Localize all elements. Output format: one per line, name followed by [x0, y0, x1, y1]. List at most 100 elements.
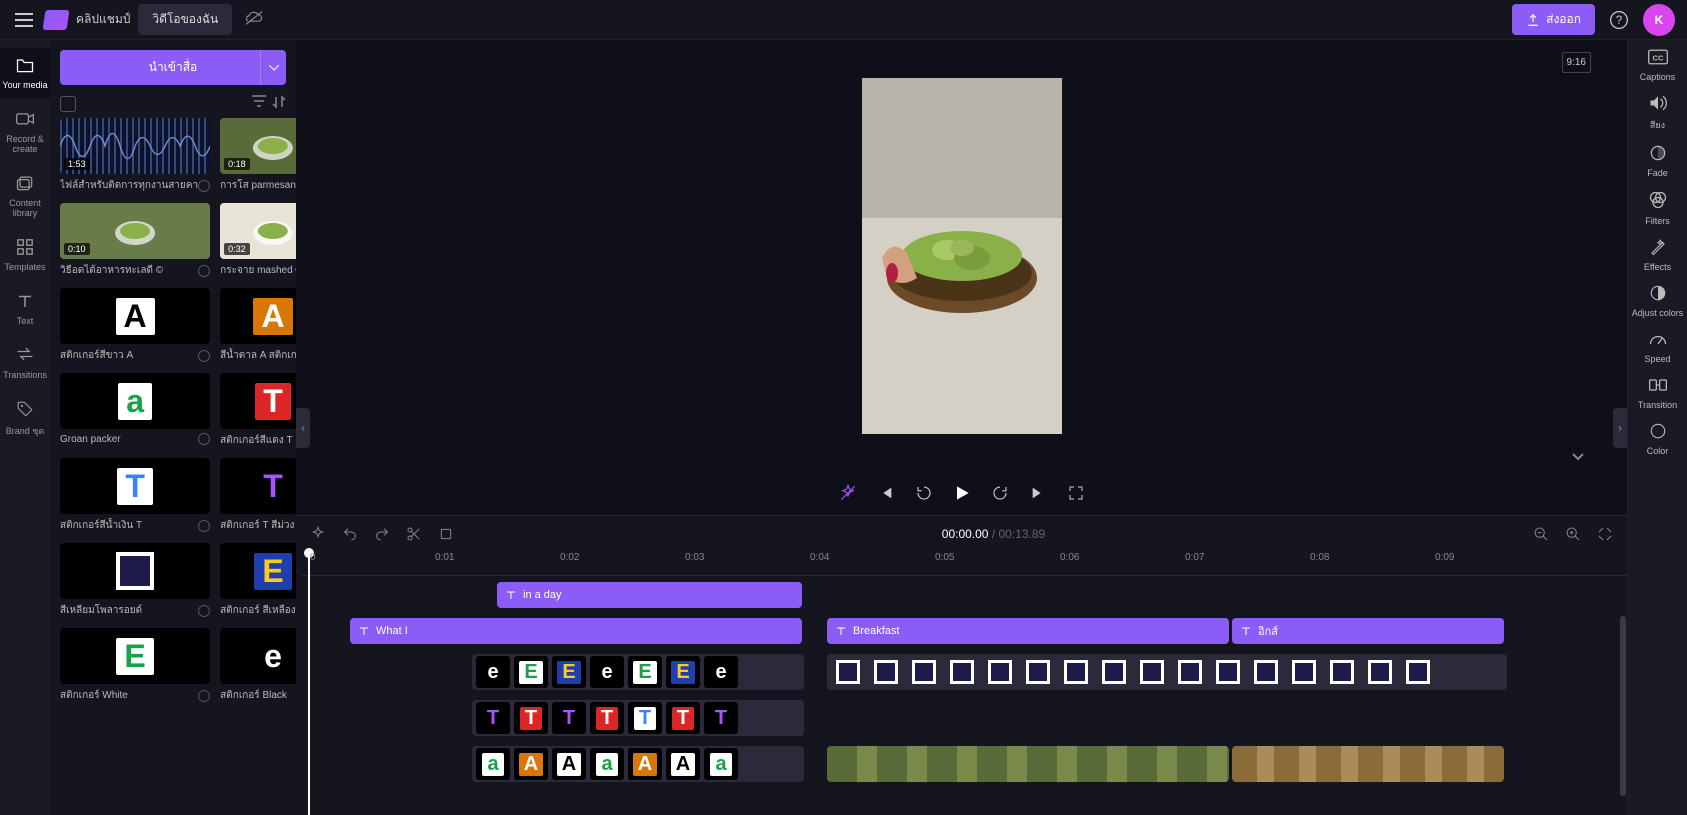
tile-polaroid: [1401, 656, 1435, 688]
filter-icon[interactable]: [252, 95, 266, 112]
rightnav-effects[interactable]: Effects: [1628, 238, 1687, 272]
media-label: สติกเกอร์สีขาว A: [60, 348, 133, 363]
left-sidebar: Your mediaRecord & createContent library…: [0, 40, 50, 815]
media-item[interactable]: Tสติกเกอร์สีแดง T: [220, 373, 296, 448]
media-check[interactable]: [198, 520, 210, 532]
svg-text:?: ?: [1616, 14, 1623, 27]
fullscreen-icon[interactable]: [1066, 483, 1086, 503]
media-item[interactable]: Tสติกเกอร์ T สีม่วง: [220, 458, 296, 533]
media-check[interactable]: [198, 690, 210, 702]
sort-icon[interactable]: [272, 95, 286, 112]
rightnav-filters[interactable]: Filters: [1628, 190, 1687, 226]
ruler-tick: 0:09: [1435, 552, 1454, 563]
forward-icon[interactable]: [990, 483, 1010, 503]
auto-icon[interactable]: [308, 524, 328, 544]
split-icon[interactable]: [404, 524, 424, 544]
video-thumb: 0:32: [220, 203, 296, 259]
media-item[interactable]: Eสติกเกอร์ สีเหลือง: [220, 543, 296, 618]
leftnav-transitions[interactable]: Transitions: [0, 338, 50, 388]
aspect-ratio-badge[interactable]: 9:16: [1562, 52, 1591, 73]
leftnav-record-create[interactable]: Record & create: [0, 102, 50, 162]
media-label: สติกเกอร์ Black: [220, 688, 287, 703]
rightnav-transition[interactable]: Transition: [1628, 376, 1687, 410]
media-check[interactable]: [198, 350, 210, 362]
rightnav-adjust[interactable]: Adjust colors: [1628, 284, 1687, 318]
skip-back-icon[interactable]: [876, 483, 896, 503]
media-item[interactable]: 0:10วิธีอดได้อาหารทะเลดี ©: [60, 203, 210, 278]
cloud-off-icon[interactable]: [244, 10, 264, 29]
rightnav-color[interactable]: Color: [1628, 422, 1687, 456]
undo-icon[interactable]: [340, 524, 360, 544]
fit-icon[interactable]: [1595, 524, 1615, 544]
tile-polaroid: [1021, 656, 1055, 688]
leftnav-your-media[interactable]: Your media: [0, 48, 50, 98]
leftnav-content-library[interactable]: Content library: [0, 166, 50, 226]
export-button[interactable]: ส่งออก: [1512, 4, 1595, 35]
rightnav-speed[interactable]: Speed: [1628, 330, 1687, 364]
help-icon[interactable]: ?: [1603, 4, 1635, 36]
my-videos-button[interactable]: วิดีโอของฉัน: [138, 4, 232, 35]
magic-icon[interactable]: [838, 483, 858, 503]
polaroid-strip-clip[interactable]: [827, 654, 1507, 690]
media-check[interactable]: [198, 433, 210, 445]
redo-icon[interactable]: [372, 524, 392, 544]
e-strip-clip[interactable]: eEEeEEe: [472, 654, 804, 690]
tracks-area[interactable]: in a day What I Breakfast อิกส์: [296, 576, 1627, 815]
media-label: สติกเกอร์ T สีม่วง: [220, 518, 294, 533]
media-item[interactable]: 1:53ไฟล์สำหรับติดการทุกงานสายคา: [60, 118, 210, 193]
ruler-tick: 0:04: [810, 552, 829, 563]
select-all-checkbox[interactable]: [60, 96, 76, 112]
media-item[interactable]: 0:18การโส parmesanc. ©: [220, 118, 296, 193]
crop-icon[interactable]: [436, 524, 456, 544]
media-item[interactable]: e สติกเกอร์ Black: [220, 628, 296, 703]
video-preview[interactable]: [862, 78, 1062, 434]
clip-eggs[interactable]: อิกส์: [1232, 618, 1504, 644]
ruler[interactable]: 00:010:020:030:040:050:060:070:080:09: [302, 552, 1627, 576]
collapse-right-panel[interactable]: ›: [1613, 408, 1627, 448]
media-check[interactable]: [198, 265, 210, 277]
rightnav-fade[interactable]: Fade: [1628, 144, 1687, 178]
media-item[interactable]: aGroan packer: [60, 373, 210, 448]
import-media-button[interactable]: นำเข้าสื่อ: [60, 50, 286, 85]
clip-breakfast[interactable]: Breakfast: [827, 618, 1229, 644]
media-check[interactable]: [198, 180, 210, 192]
clip-in-a-day[interactable]: in a day: [497, 582, 802, 608]
media-item[interactable]: Tสติกเกอร์สีน้ำเงิน T: [60, 458, 210, 533]
clip-what-i[interactable]: What I: [350, 618, 802, 644]
rightnav-captions[interactable]: CCCaptions: [1628, 48, 1687, 82]
tile-polaroid: [1211, 656, 1245, 688]
media-item[interactable]: 0:32กระจาย mashed ©: [220, 203, 296, 278]
zoom-out-icon[interactable]: [1531, 524, 1551, 544]
svg-text:CC: CC: [1652, 53, 1663, 62]
rightnav-audio[interactable]: สียง: [1628, 94, 1687, 132]
letter-thumb: e: [220, 628, 296, 684]
user-avatar[interactable]: K: [1643, 4, 1675, 36]
play-button[interactable]: [952, 483, 972, 503]
video-clip-2[interactable]: [1232, 746, 1504, 782]
letter-thumb: [60, 543, 210, 599]
skip-forward-icon[interactable]: [1028, 483, 1048, 503]
leftnav-brand[interactable]: Brand ชุด: [0, 392, 50, 446]
leftnav-text[interactable]: Text: [0, 284, 50, 334]
zoom-in-icon[interactable]: [1563, 524, 1583, 544]
menu-icon[interactable]: [12, 8, 36, 32]
letter-thumb: a: [60, 373, 210, 429]
timeline-timecode: 00:00.00 / 00:13.89: [468, 527, 1519, 541]
rewind-icon[interactable]: [914, 483, 934, 503]
media-check[interactable]: [198, 605, 210, 617]
media-item[interactable]: สีเหลียมโพลารอยด์: [60, 543, 210, 618]
expand-preview-icon[interactable]: [1571, 451, 1585, 465]
media-item[interactable]: Eสติกเกอร์ White: [60, 628, 210, 703]
leftnav-templates[interactable]: Templates: [0, 230, 50, 280]
tile-polaroid: [1059, 656, 1093, 688]
tile-polaroid: [983, 656, 1017, 688]
media-item[interactable]: Aสีน้ำตาล A สติกเกอร์: [220, 288, 296, 363]
import-label: นำเข้าสื่อ: [149, 58, 198, 77]
t-strip-clip[interactable]: TTTTTTT: [472, 700, 804, 736]
video-clip-1[interactable]: [827, 746, 1229, 782]
a-strip-clip[interactable]: aAAaAAa: [472, 746, 804, 782]
import-dropdown[interactable]: [260, 50, 286, 85]
timeline-scrollbar[interactable]: [1619, 616, 1627, 815]
media-item[interactable]: Aสติกเกอร์สีขาว A: [60, 288, 210, 363]
collapse-left-panel[interactable]: ‹: [296, 408, 310, 448]
